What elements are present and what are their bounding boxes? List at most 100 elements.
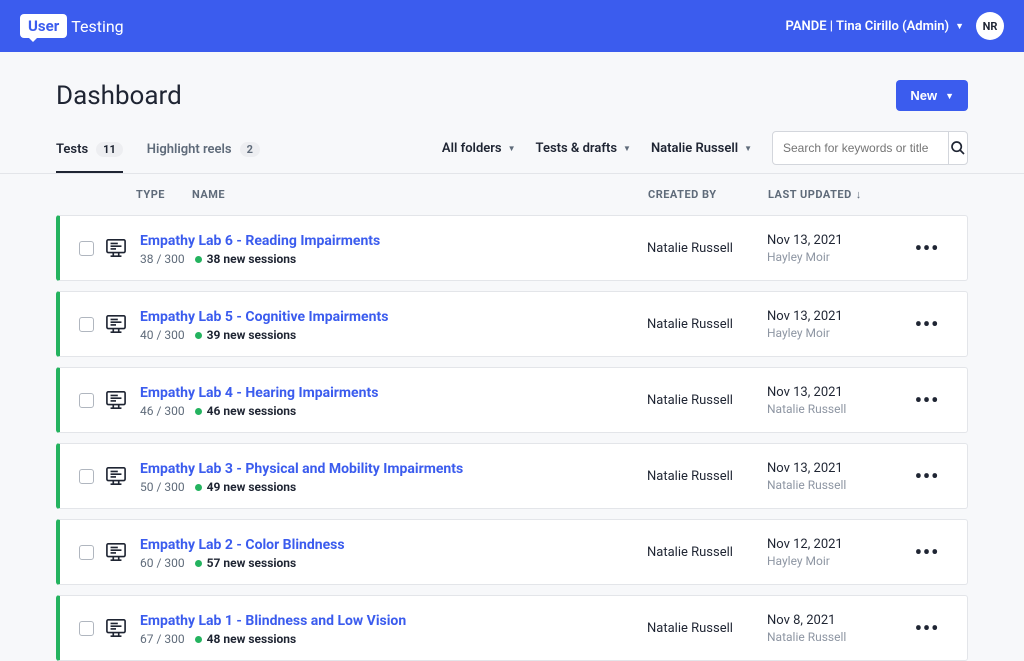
filters-right: All folders ▼ Tests & drafts ▼ Natalie R…	[442, 131, 968, 173]
filter-folders[interactable]: All folders ▼	[442, 141, 516, 156]
row-created-by: Natalie Russell	[647, 545, 767, 560]
row-actions-menu[interactable]: •••	[907, 616, 947, 640]
col-created-by: CREATED BY	[648, 188, 768, 201]
updated-by: Natalie Russell	[767, 402, 907, 416]
row-created-by: Natalie Russell	[647, 469, 767, 484]
logo-text: Testing	[71, 17, 123, 36]
test-title-link[interactable]: Empathy Lab 3 - Physical and Mobility Im…	[140, 461, 463, 477]
filters-bar: Tests 11 Highlight reels 2 All folders ▼…	[0, 131, 1024, 174]
row-checkbox-cell	[74, 469, 98, 484]
status-dot-icon	[195, 408, 202, 415]
updated-date: Nov 13, 2021	[767, 309, 907, 324]
row-checkbox[interactable]	[79, 241, 94, 256]
account-menu[interactable]: PANDE | Tina Cirillo (Admin) ▼	[786, 19, 964, 34]
row-checkbox[interactable]	[79, 621, 94, 636]
row-type-icon	[98, 618, 134, 638]
row-checkbox-cell	[74, 241, 98, 256]
chevron-down-icon: ▼	[744, 144, 752, 153]
row-actions-menu[interactable]: •••	[907, 236, 947, 260]
page-title: Dashboard	[56, 81, 182, 111]
row-created-by: Natalie Russell	[647, 393, 767, 408]
filter-tests-drafts[interactable]: Tests & drafts ▼	[536, 141, 631, 156]
row-checkbox[interactable]	[79, 393, 94, 408]
updated-date: Nov 8, 2021	[767, 613, 907, 628]
test-row: Empathy Lab 2 - Color Blindness 60 / 3005…	[56, 519, 968, 585]
row-type-icon	[98, 238, 134, 258]
chevron-down-icon: ▼	[623, 144, 631, 153]
test-title-link[interactable]: Empathy Lab 1 - Blindness and Low Vision	[140, 613, 406, 629]
row-checkbox[interactable]	[79, 545, 94, 560]
sort-down-icon: ↓	[856, 188, 862, 201]
row-created-by: Natalie Russell	[647, 317, 767, 332]
session-count: 67 / 300	[140, 632, 185, 646]
list-header: TYPE NAME CREATED BY LAST UPDATED ↓	[56, 174, 968, 215]
row-updated: Nov 13, 2021 Natalie Russell	[767, 461, 907, 492]
search-button[interactable]	[948, 132, 967, 164]
updated-by: Natalie Russell	[767, 478, 907, 492]
test-meta: 40 / 30039 new sessions	[140, 328, 647, 342]
row-name-cell: Empathy Lab 6 - Reading Impairments 38 / …	[134, 230, 647, 266]
chevron-down-icon: ▼	[955, 21, 964, 32]
logo[interactable]: User Testing	[20, 14, 124, 38]
test-title-link[interactable]: Empathy Lab 6 - Reading Impairments	[140, 233, 380, 249]
status-dot-icon	[195, 332, 202, 339]
new-sessions: 57 new sessions	[195, 556, 297, 570]
filter-owner[interactable]: Natalie Russell ▼	[651, 141, 752, 156]
session-count: 46 / 300	[140, 404, 185, 418]
updated-date: Nov 13, 2021	[767, 461, 907, 476]
session-count: 38 / 300	[140, 252, 185, 266]
row-updated: Nov 13, 2021 Hayley Moir	[767, 233, 907, 264]
search-icon	[950, 140, 966, 156]
test-row: Empathy Lab 6 - Reading Impairments 38 / …	[56, 215, 968, 281]
row-type-icon	[98, 390, 134, 410]
test-title-link[interactable]: Empathy Lab 2 - Color Blindness	[140, 537, 345, 553]
row-updated: Nov 13, 2021Natalie Russell	[767, 385, 907, 416]
page-header: Dashboard New ▼	[0, 52, 1024, 131]
row-actions-menu[interactable]: •••	[907, 312, 947, 336]
tab-highlight-reels[interactable]: Highlight reels 2	[147, 132, 260, 173]
col-last-updated[interactable]: LAST UPDATED ↓	[768, 188, 908, 201]
row-type-icon	[98, 542, 134, 562]
updated-by: Hayley Moir	[767, 250, 907, 264]
row-created-by: Natalie Russell	[647, 241, 767, 256]
tab-reels-count: 2	[240, 142, 260, 157]
top-header: User Testing PANDE | Tina Cirillo (Admin…	[0, 0, 1024, 52]
col-type: TYPE	[136, 188, 192, 201]
row-actions-menu[interactable]: •••	[907, 388, 947, 412]
updated-by: Hayley Moir	[767, 326, 907, 340]
row-actions-menu[interactable]: •••	[907, 464, 947, 488]
row-checkbox[interactable]	[79, 469, 94, 484]
test-meta: 60 / 30057 new sessions	[140, 556, 647, 570]
chevron-down-icon: ▼	[508, 144, 516, 153]
updated-date: Nov 13, 2021	[767, 233, 907, 248]
updated-by: Natalie Russell	[767, 630, 907, 644]
new-sessions: 49 new sessions	[195, 480, 297, 494]
status-dot-icon	[195, 256, 202, 263]
test-title-link[interactable]: Empathy Lab 4 - Hearing Impairments	[140, 385, 378, 401]
tab-tests[interactable]: Tests 11	[56, 132, 123, 173]
row-name-cell: Empathy Lab 5 - Cognitive Impairments 40 …	[134, 306, 647, 342]
new-button[interactable]: New ▼	[896, 80, 968, 111]
test-title-link[interactable]: Empathy Lab 5 - Cognitive Impairments	[140, 309, 388, 325]
test-row: Empathy Lab 1 - Blindness and Low Vision…	[56, 595, 968, 661]
row-name-cell: Empathy Lab 1 - Blindness and Low Vision…	[134, 610, 647, 646]
row-checkbox[interactable]	[79, 317, 94, 332]
row-checkbox-cell	[74, 621, 98, 636]
row-type-icon	[98, 314, 134, 334]
avatar[interactable]: NR	[976, 12, 1004, 40]
test-row: Empathy Lab 4 - Hearing Impairments 46 / …	[56, 367, 968, 433]
tab-tests-count: 11	[96, 142, 123, 157]
tabs: Tests 11 Highlight reels 2	[56, 132, 260, 173]
chevron-down-icon: ▼	[945, 91, 954, 101]
header-right: PANDE | Tina Cirillo (Admin) ▼ NR	[786, 12, 1004, 40]
row-name-cell: Empathy Lab 4 - Hearing Impairments 46 / …	[134, 382, 647, 418]
row-actions-menu[interactable]: •••	[907, 540, 947, 564]
col-last-updated-label: LAST UPDATED	[768, 188, 852, 201]
row-type-icon	[98, 466, 134, 486]
new-button-label: New	[910, 88, 937, 103]
new-sessions: 46 new sessions	[195, 404, 297, 418]
tab-tests-label: Tests	[56, 142, 88, 157]
row-name-cell: Empathy Lab 3 - Physical and Mobility Im…	[134, 458, 647, 494]
search-input[interactable]	[773, 132, 948, 164]
filter-folders-label: All folders	[442, 141, 502, 156]
